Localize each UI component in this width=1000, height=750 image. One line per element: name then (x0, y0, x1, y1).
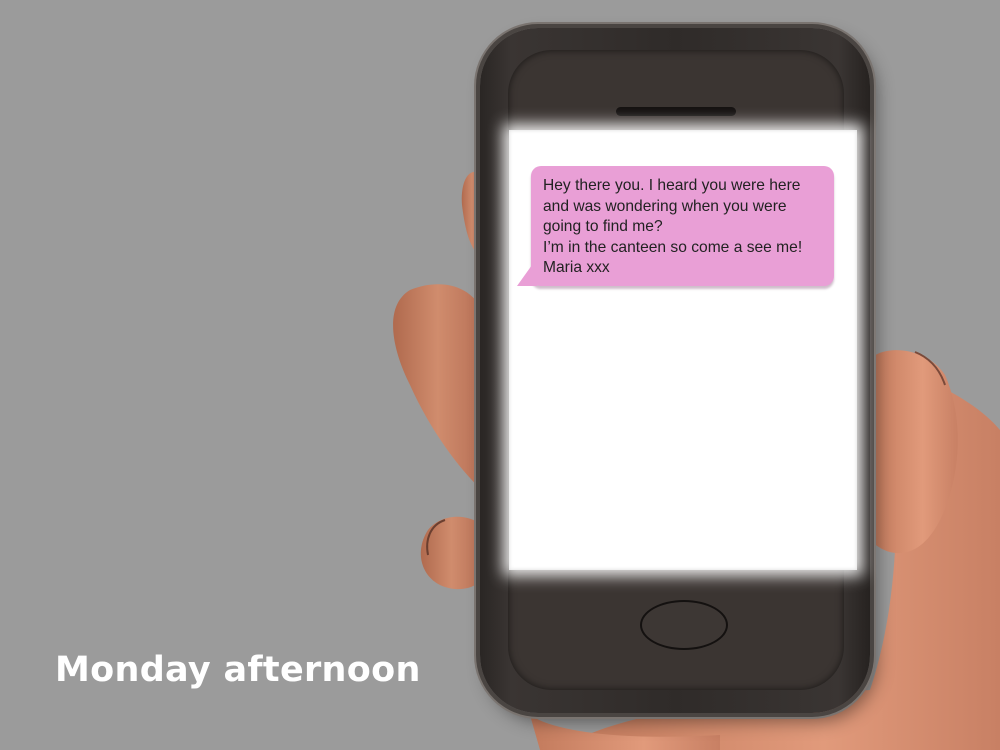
message-line: and was wondering when you were (543, 197, 787, 215)
message-line: Hey there you. I heard you were here (543, 177, 801, 194)
phone-screen: Hey there you. I heard you were here and… (509, 130, 857, 570)
message-bubble: Hey there you. I heard you were here and… (517, 166, 834, 286)
message-line: I’m in the canteen so come a see me! (543, 238, 803, 256)
bubble-tail (517, 258, 537, 286)
home-button[interactable] (640, 600, 728, 650)
message-signature: Maria xxx (543, 259, 610, 276)
scene: Hey there you. I heard you were here and… (0, 0, 1000, 750)
speaker-grille (616, 107, 736, 116)
message-line: going to find me? (543, 218, 663, 235)
phone: Hey there you. I heard you were here and… (480, 28, 870, 713)
scene-caption: Monday afternoon (55, 650, 421, 690)
message-text: Hey there you. I heard you were here and… (543, 176, 833, 279)
